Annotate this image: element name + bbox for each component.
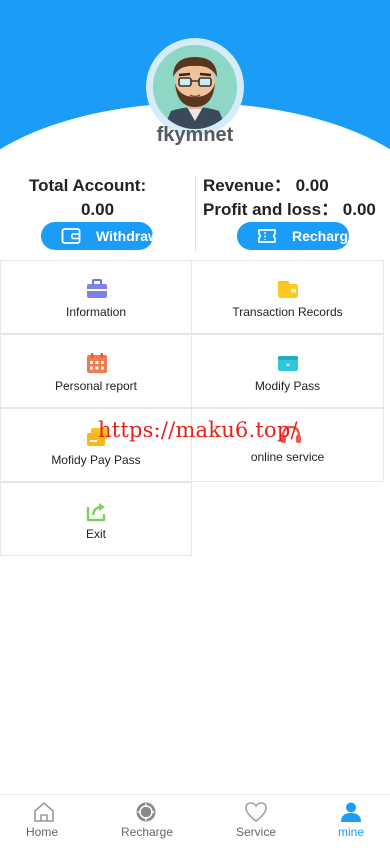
menu-item-label: Modify Pass (254, 379, 321, 393)
tab-label: mine (337, 825, 364, 839)
menu-item-modify-pass[interactable]: * Modify Pass (191, 334, 384, 408)
tab-service[interactable]: Service (206, 795, 303, 848)
recharge-button[interactable]: Recharge (237, 222, 349, 250)
total-account-value: 0.00 (80, 200, 115, 219)
exit-icon (85, 499, 109, 523)
menu-item-label: Personal report (54, 379, 138, 393)
tab-label: Home (25, 825, 58, 839)
tab-home[interactable]: Home (0, 795, 97, 848)
user-icon (339, 801, 363, 823)
heart-icon (244, 801, 268, 823)
wallet-icon (276, 277, 300, 301)
briefcase-icon (85, 277, 109, 301)
account-summary: Total Account: 0.00 Withdraw Revenue： 0.… (0, 172, 390, 258)
menu-item-label: Information (65, 305, 127, 319)
home-icon (32, 801, 56, 823)
svg-text:*: * (286, 362, 290, 371)
menu-item-label: online service (250, 450, 325, 464)
profit-loss-line: Profit and loss： 0.00 (203, 200, 376, 219)
total-account-panel: Total Account: 0.00 Withdraw (0, 172, 195, 258)
wallet-outline-icon (61, 227, 81, 245)
revenue-line: Revenue： 0.00 (203, 176, 329, 195)
calendar-icon (85, 351, 109, 375)
ticket-icon (257, 227, 277, 245)
menu-item-exit[interactable]: Exit (0, 482, 192, 556)
recharge-label: Recharge (292, 228, 349, 244)
revenue-panel: Revenue： 0.00 Profit and loss： 0.00 Rech… (196, 172, 390, 258)
avatar[interactable] (153, 45, 237, 129)
withdraw-label: Withdraw (96, 228, 153, 244)
tab-mine[interactable]: mine (303, 795, 390, 848)
tab-label: Service (235, 825, 276, 839)
avatar-face-icon (153, 45, 237, 129)
menu-item-label: Transaction Records (232, 305, 343, 319)
username: fkymnet (156, 124, 234, 146)
menu-item-label: Mofidy Pay Pass (51, 453, 141, 467)
recharge-icon (135, 801, 159, 823)
tab-recharge[interactable]: Recharge (97, 795, 194, 848)
watermark-url: https://maku6.top/ (98, 418, 298, 442)
menu-item-information[interactable]: Information (0, 260, 192, 334)
menu-item-label: Exit (85, 527, 106, 541)
menu-item-transaction-records[interactable]: Transaction Records (191, 260, 384, 334)
total-account-label: Total Account: (29, 176, 147, 195)
menu-item-personal-report[interactable]: Personal report (0, 334, 192, 408)
bottom-nav: Home Recharge Service mine (0, 794, 390, 848)
withdraw-button[interactable]: Withdraw (41, 222, 153, 250)
tab-label: Recharge (120, 825, 174, 839)
card-icon: * (276, 351, 300, 375)
